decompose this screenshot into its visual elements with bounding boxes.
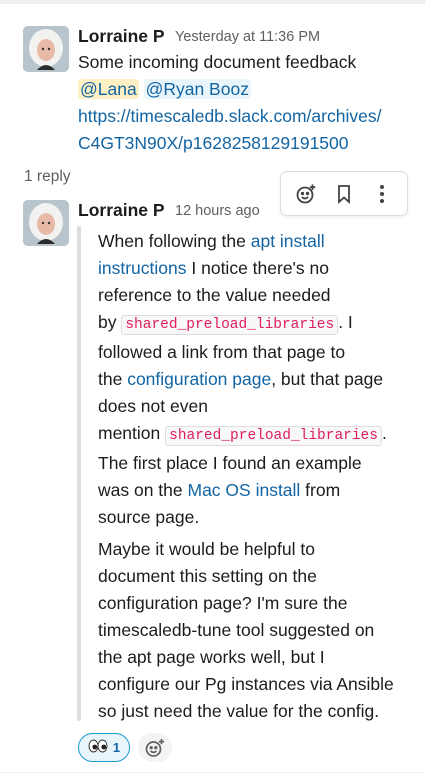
quote-line: Maybe it would be helpful to xyxy=(98,539,315,559)
divider xyxy=(0,772,425,773)
quote-line: configuration page? I'm sure the xyxy=(98,593,348,613)
add-reaction-button[interactable] xyxy=(138,733,172,762)
quote-line: configure our Pg instances via Ansible xyxy=(98,674,394,694)
quote-text: reference to the value needed xyxy=(98,285,331,305)
quote-paragraph-2: Maybe it would be helpful to document th… xyxy=(98,536,408,725)
inline-code: shared_preload_libraries xyxy=(165,426,382,446)
mention-ryan-booz[interactable]: @Ryan Booz xyxy=(143,79,251,99)
apt-install-link[interactable]: apt install xyxy=(251,231,325,251)
quote-text: by xyxy=(98,312,122,332)
mention-lana[interactable]: @Lana xyxy=(78,79,139,99)
message-text: Some incoming document feedback @Lana @R… xyxy=(78,49,408,157)
quote-line: document this setting on the xyxy=(98,566,317,586)
mac-os-install-link[interactable]: Mac OS install xyxy=(188,480,301,500)
quote-line: so just need the value for the config. xyxy=(98,701,380,721)
quote-text: The first place I found an example xyxy=(98,453,362,473)
apt-install-link-cont[interactable]: instructions xyxy=(98,258,187,278)
quote-text: . I xyxy=(338,312,353,332)
mentions-line: @Lana @Ryan Booz xyxy=(78,76,408,103)
eyes-emoji-icon xyxy=(88,739,108,756)
avatar[interactable] xyxy=(23,200,69,246)
author-name[interactable]: Lorraine P xyxy=(78,26,165,47)
message-timestamp[interactable]: Yesterday at 11:36 PM xyxy=(175,29,320,45)
quote-text: . xyxy=(381,423,387,443)
quote-text: When following the xyxy=(98,231,251,251)
archive-link-cont[interactable]: C4GT3N90X/p1628258129191500 xyxy=(78,133,349,153)
thread-reply-count[interactable]: 1 reply xyxy=(24,168,71,186)
parent-message: Lorraine P Yesterday at 11:36 PM Some in… xyxy=(0,0,425,165)
author-name[interactable]: Lorraine P xyxy=(78,200,165,221)
message-timestamp[interactable]: 12 hours ago xyxy=(175,203,260,219)
quote-paragraph-1: When following the apt install instructi… xyxy=(98,228,398,531)
quote-text: followed a link from that page to xyxy=(98,342,346,362)
quote-text: source page. xyxy=(98,507,200,527)
inline-code: shared_preload_libraries xyxy=(121,315,339,335)
reaction-count: 1 xyxy=(112,740,121,755)
quote-text: does not even xyxy=(98,396,208,416)
quote-line: timescaledb-tune tool suggested on xyxy=(98,620,375,640)
message-body: Some incoming document feedback xyxy=(78,52,357,72)
quote-text: was on the xyxy=(98,480,188,500)
avatar[interactable] xyxy=(23,26,69,72)
blockquote-bar xyxy=(77,226,81,721)
quote-line: the apt page works well, but I xyxy=(98,647,325,667)
quote-text: mention xyxy=(98,423,166,443)
quote-text: from xyxy=(300,480,341,500)
quote-text: the xyxy=(98,369,128,389)
quote-text: , but that page xyxy=(271,369,384,389)
archive-link[interactable]: https://timescaledb.slack.com/archives/ xyxy=(78,106,381,126)
quote-text: I notice there's no xyxy=(186,258,329,278)
configuration-page-link[interactable]: configuration page xyxy=(127,369,271,389)
reaction-eyes[interactable]: 1 xyxy=(78,733,130,762)
